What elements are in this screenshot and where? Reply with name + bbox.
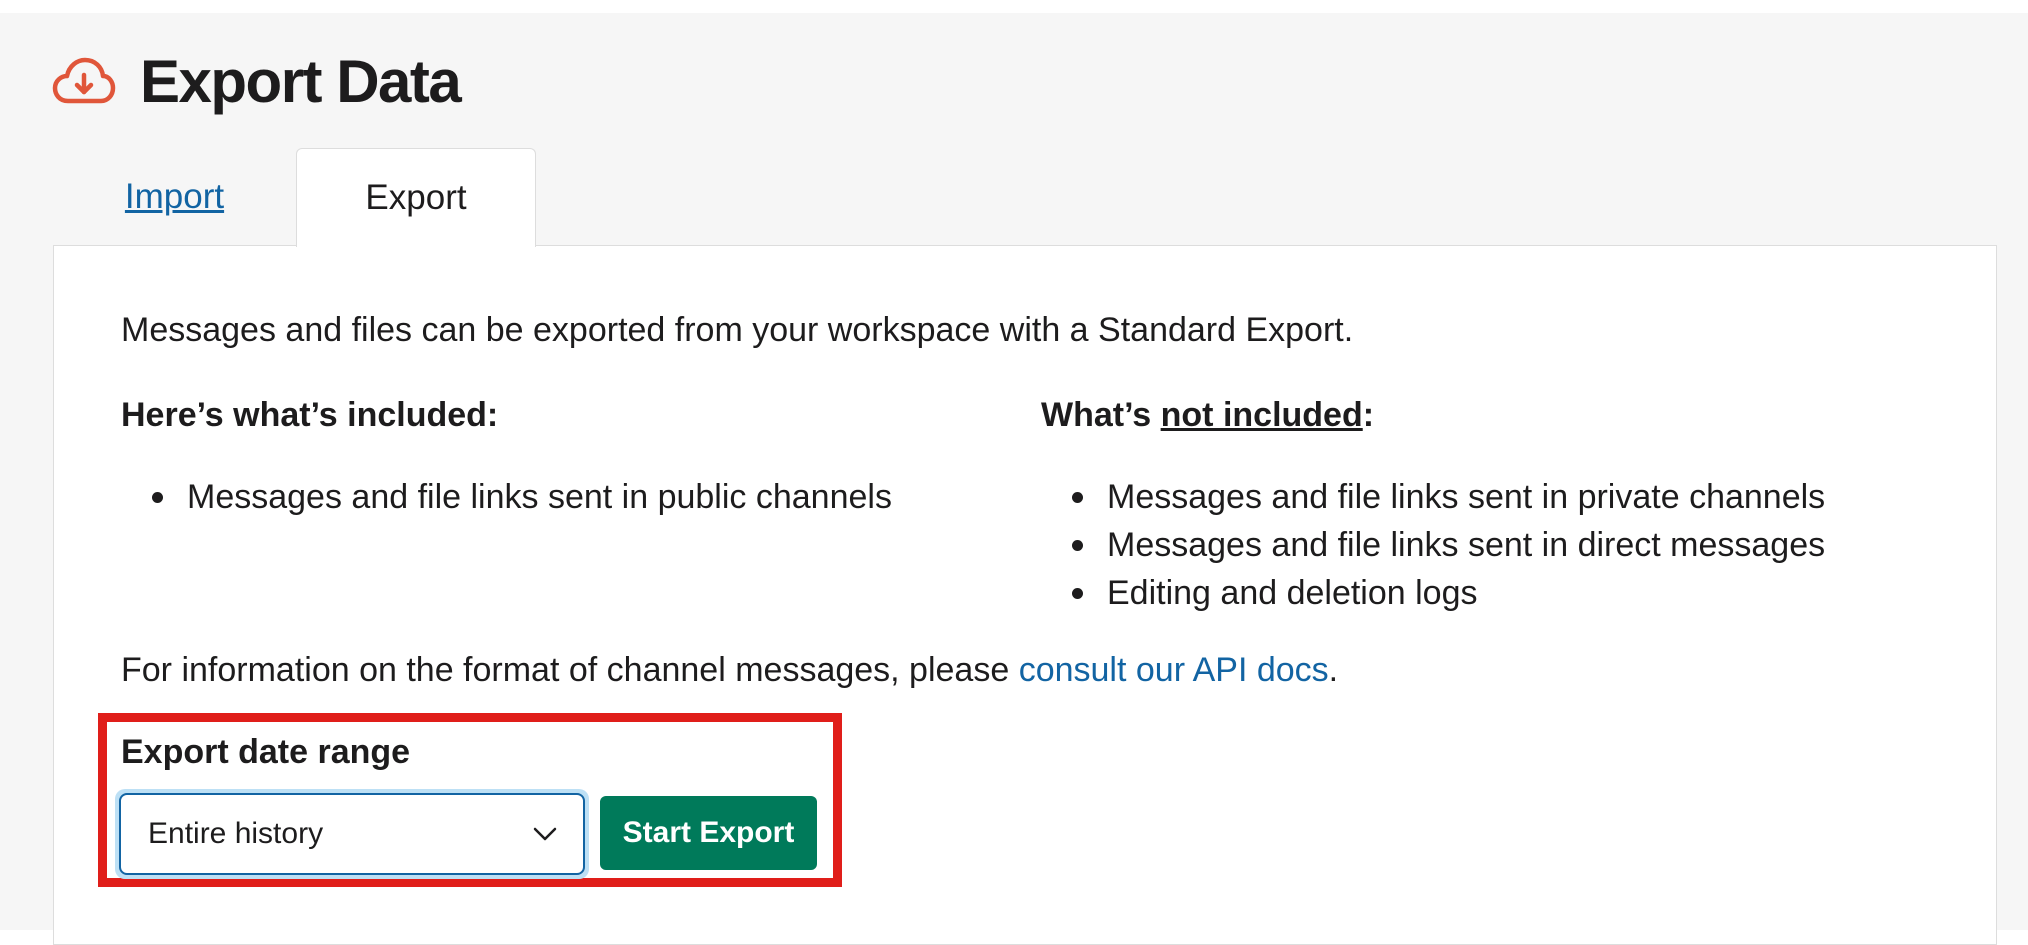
tab-import[interactable]: Import — [53, 148, 296, 246]
list-item: Editing and deletion logs — [1071, 569, 1825, 617]
cloud-download-icon — [52, 53, 116, 109]
heading-underlined: not included — [1160, 396, 1363, 434]
not-included-heading: What’s not included: — [1041, 396, 1825, 435]
not-included-section: What’s not included: Messages and file l… — [1041, 396, 1825, 617]
api-info-text: For information on the format of channel… — [121, 651, 1338, 690]
start-export-button[interactable]: Start Export — [600, 796, 817, 870]
info-end: . — [1328, 651, 1339, 689]
not-included-list: Messages and file links sent in private … — [1041, 473, 1825, 617]
included-section: Here’s what’s included: Messages and fil… — [121, 396, 892, 521]
list-item: Messages and file links sent in direct m… — [1071, 521, 1825, 569]
list-item: Messages and file links sent in private … — [1071, 473, 1825, 521]
heading-prefix: What’s — [1041, 396, 1161, 434]
export-panel: Messages and files can be exported from … — [53, 245, 1997, 945]
tab-bar: Import Export — [53, 148, 536, 247]
heading-suffix: : — [1362, 396, 1375, 434]
export-date-range-label: Export date range — [121, 733, 411, 771]
page: Export Data Import Export Messages and f… — [0, 0, 2028, 945]
list-item: Messages and file links sent in public c… — [152, 473, 892, 521]
date-range-value: Entire history — [148, 817, 324, 850]
chevron-down-icon — [531, 820, 559, 848]
intro-text: Messages and files can be exported from … — [121, 311, 1354, 349]
api-docs-link[interactable]: consult our API docs — [1019, 651, 1329, 689]
included-heading: Here’s what’s included: — [121, 396, 499, 434]
included-list: Messages and file links sent in public c… — [121, 473, 892, 521]
page-header: Export Data — [52, 36, 462, 126]
info-text: For information on the format of channel… — [121, 651, 1019, 689]
page-title: Export Data — [140, 47, 462, 115]
date-range-select[interactable]: Entire history — [119, 793, 585, 875]
tab-export[interactable]: Export — [296, 148, 536, 247]
